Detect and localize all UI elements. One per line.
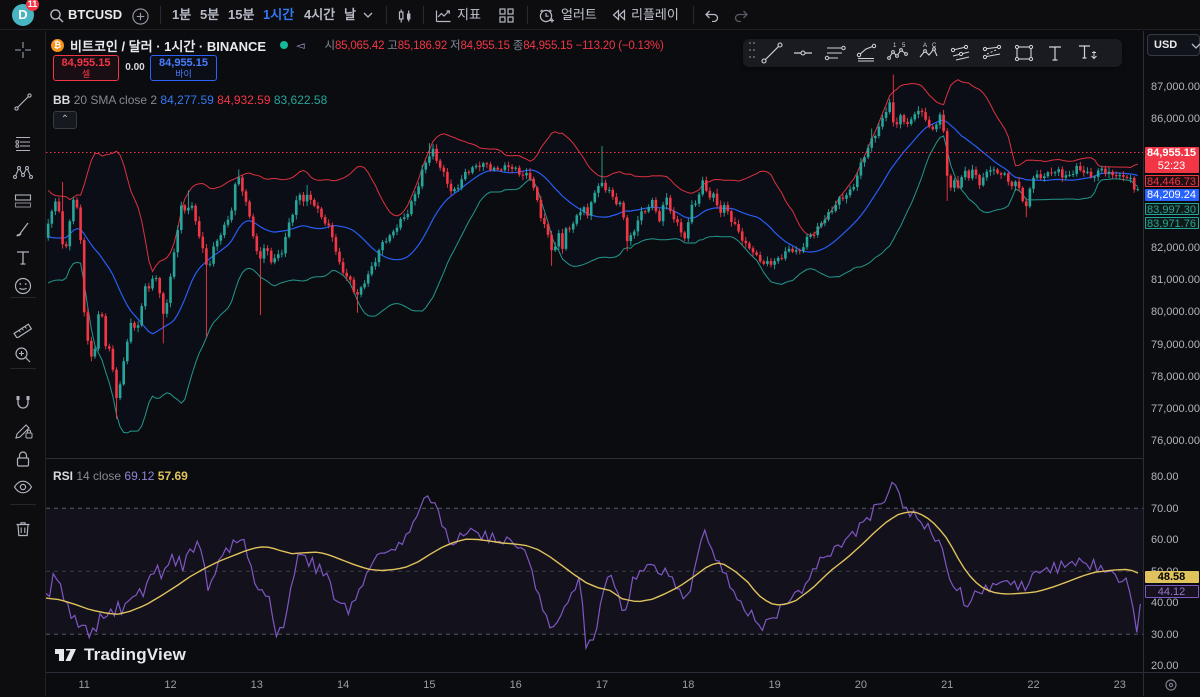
svg-text:A: A bbox=[923, 43, 927, 49]
svg-text:5: 5 bbox=[902, 43, 906, 49]
svg-text:1: 1 bbox=[893, 43, 897, 49]
